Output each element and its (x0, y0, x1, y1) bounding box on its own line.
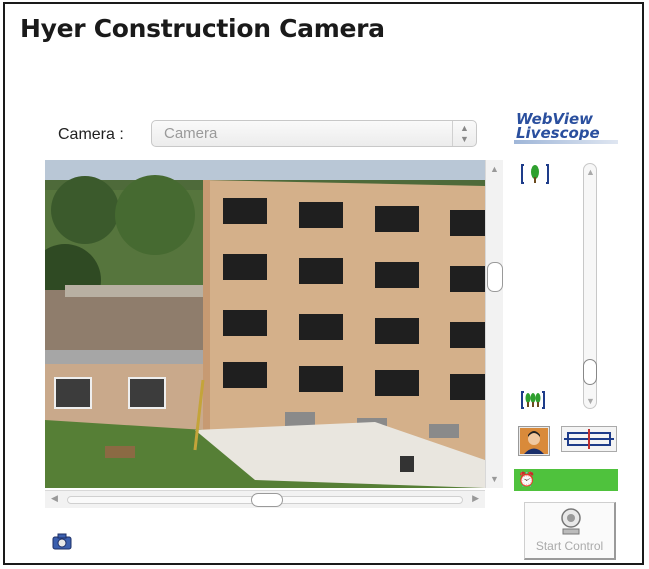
camera-select[interactable]: Camera ▲ ▼ (151, 120, 477, 147)
scroll-right-arrow-icon[interactable]: ▶ (472, 493, 479, 504)
zoom-down-arrow-icon[interactable]: ▼ (586, 396, 595, 406)
brand-logo: WebView Livescope (514, 110, 620, 148)
zoom-wide-icon[interactable] (521, 390, 545, 410)
zoom-slider[interactable]: ▲ ▼ (580, 163, 600, 409)
horizontal-scroll-thumb[interactable] (251, 493, 283, 507)
zoom-up-arrow-icon[interactable]: ▲ (586, 167, 595, 177)
start-control-button[interactable]: Start Control (524, 502, 616, 560)
person-button[interactable] (518, 426, 550, 456)
scroll-up-arrow-icon[interactable]: ▲ (490, 164, 499, 174)
camera-select-value: Camera (164, 125, 218, 142)
video-frame-image (45, 160, 485, 488)
updown-arrows-icon: ▲ ▼ (452, 121, 476, 146)
pan-tilt-button[interactable] (561, 426, 617, 452)
start-control-label: Start Control (535, 539, 604, 553)
snapshot-button[interactable] (52, 532, 72, 550)
scroll-left-arrow-icon[interactable]: ◀ (51, 493, 58, 504)
alarm-clock-icon: ⏰ (518, 471, 536, 487)
vertical-scroll-thumb[interactable] (487, 262, 503, 292)
status-bar: ⏰ (514, 469, 618, 491)
video-vertical-scrollbar[interactable]: ▲ ▼ (485, 160, 503, 488)
camera-icon (52, 533, 72, 550)
zoom-slider-thumb[interactable] (583, 359, 597, 385)
pan-tilt-icon (564, 429, 614, 449)
webcam-icon (561, 508, 581, 535)
video-horizontal-scrollbar[interactable]: ◀ ▶ (45, 490, 485, 508)
scroll-down-arrow-icon[interactable]: ▼ (490, 474, 499, 484)
person-icon (520, 428, 548, 454)
camera-video-feed[interactable] (45, 160, 485, 488)
page-title: Hyer Construction Camera (20, 14, 385, 43)
brand-underline (514, 140, 618, 144)
zoom-tele-icon[interactable] (521, 162, 549, 186)
camera-label: Camera : (58, 126, 124, 143)
